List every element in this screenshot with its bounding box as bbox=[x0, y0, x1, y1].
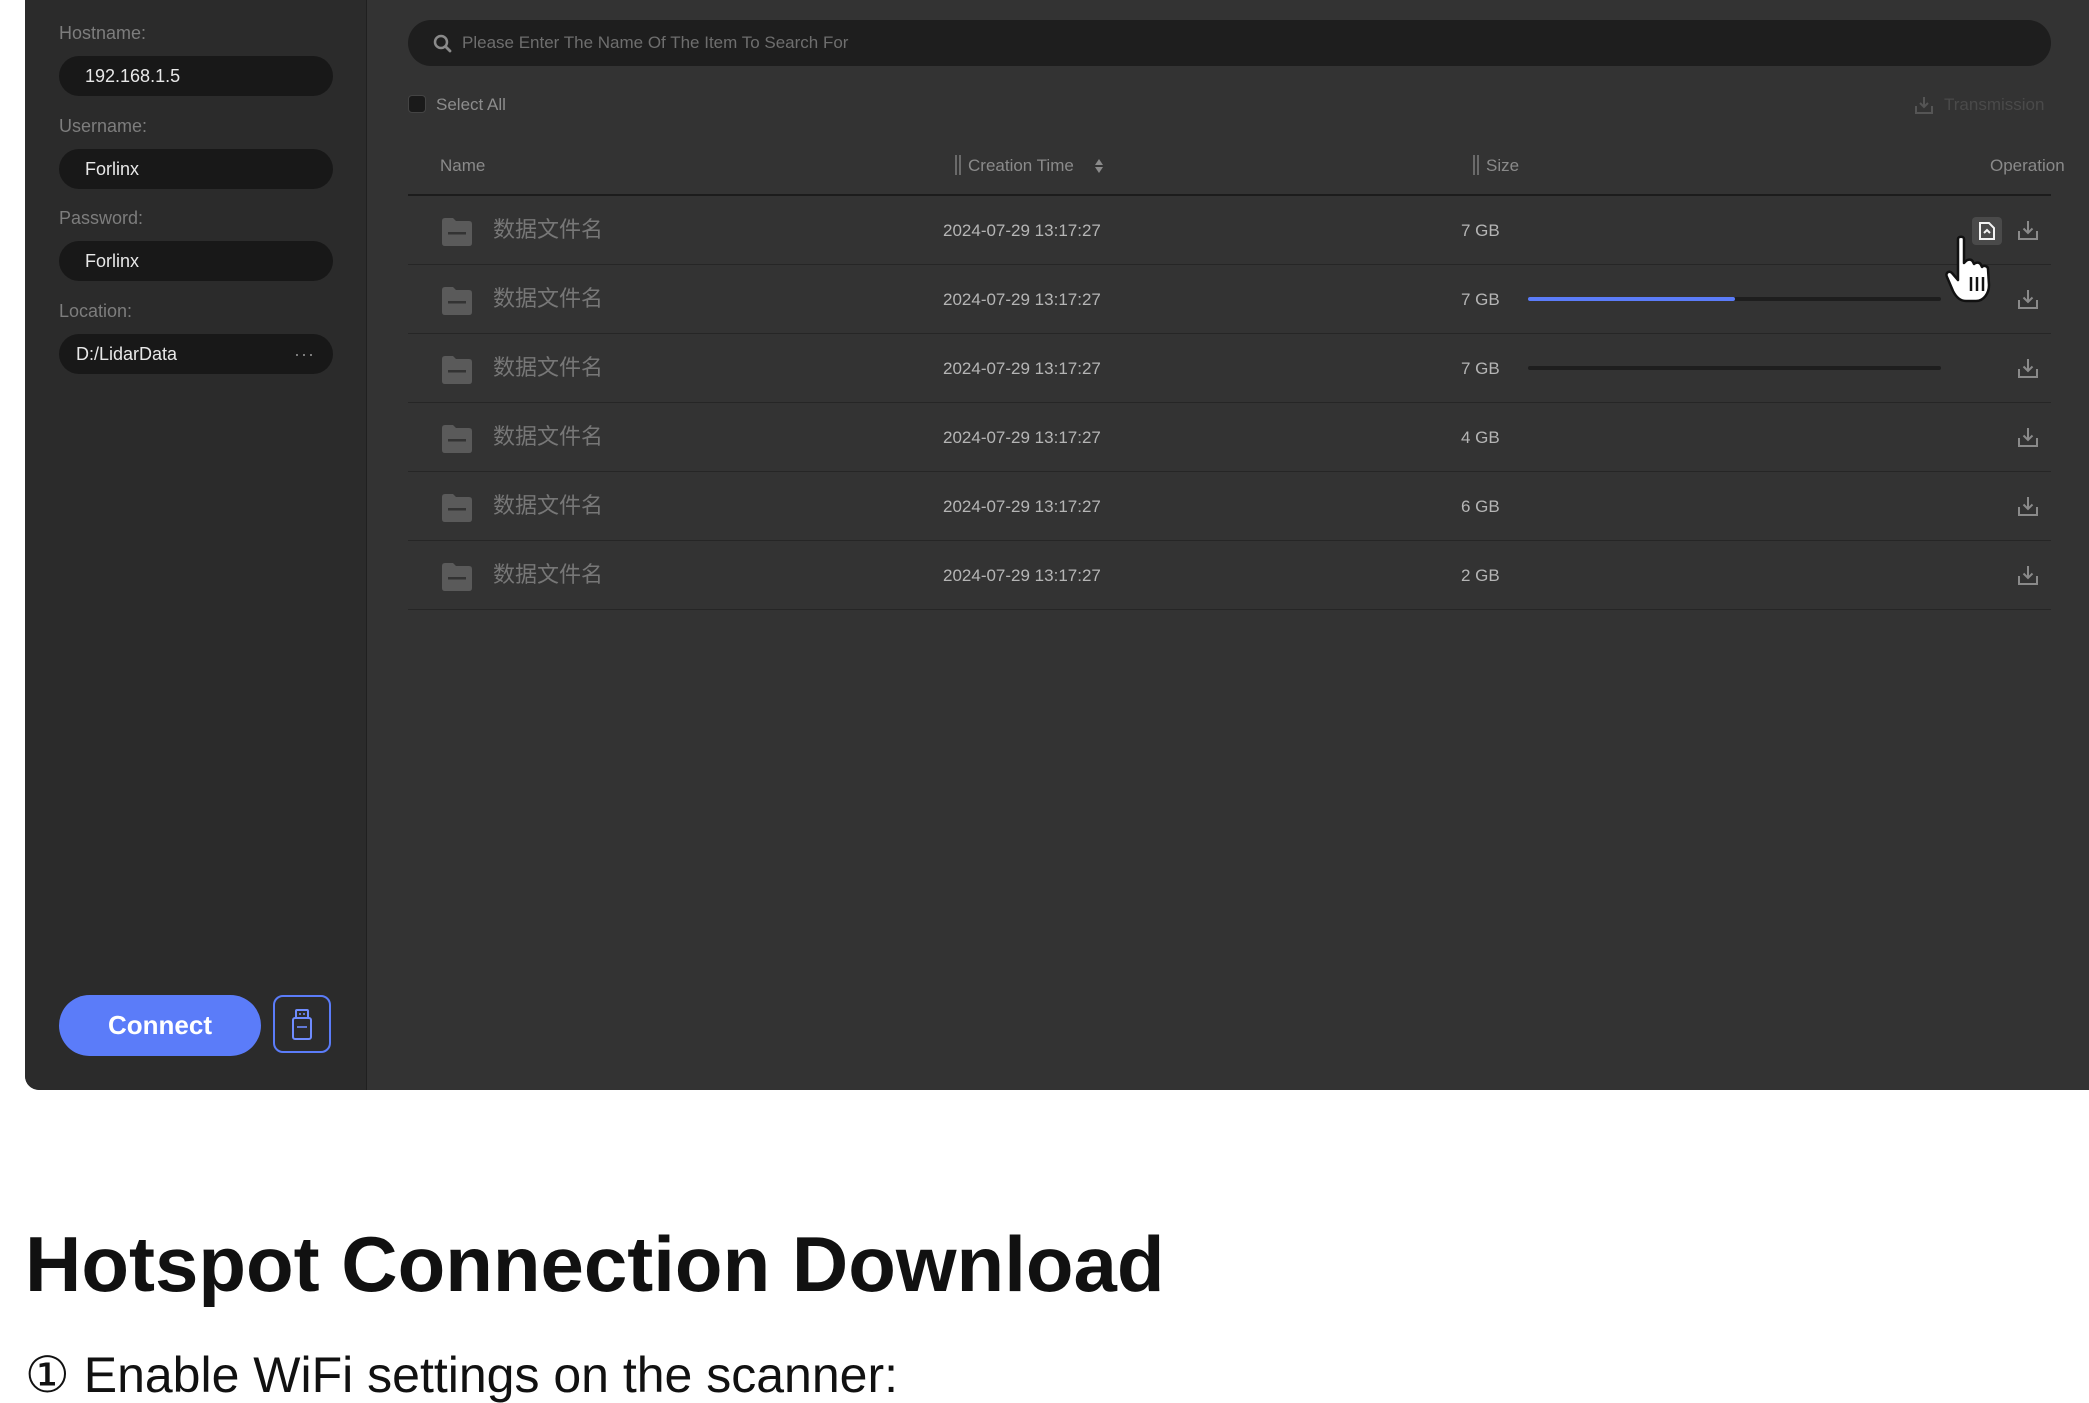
column-header-name[interactable]: Name bbox=[440, 155, 485, 177]
search-input[interactable]: Please Enter The Name Of The Item To Sea… bbox=[462, 20, 848, 66]
download-icon bbox=[2018, 428, 2038, 447]
folder-icon bbox=[442, 494, 472, 522]
download-button[interactable] bbox=[2017, 495, 2039, 522]
file-name[interactable]: 数据文件名 bbox=[493, 334, 603, 403]
hand-pointer-icon bbox=[1945, 235, 1991, 303]
file-list-panel: Please Enter The Name Of The Item To Sea… bbox=[367, 0, 2089, 1090]
file-name[interactable]: 数据文件名 bbox=[493, 472, 603, 541]
download-icon bbox=[2018, 221, 2038, 240]
file-name[interactable]: 数据文件名 bbox=[493, 403, 603, 472]
download-progress-fill bbox=[1528, 297, 1735, 301]
column-header-size[interactable]: Size bbox=[1486, 155, 1519, 177]
folder-icon bbox=[442, 425, 472, 453]
file-size: 7 GB bbox=[1461, 221, 1500, 240]
file-name[interactable]: 数据文件名 bbox=[493, 196, 603, 265]
connection-sidebar: Hostname: 192.168.1.5 Username: Forlinx … bbox=[25, 0, 367, 1090]
folder-icon bbox=[442, 287, 472, 315]
table-row[interactable]: 数据文件名 2024-07-29 13:17:27 2 GB bbox=[408, 541, 2051, 610]
select-all-checkbox[interactable] bbox=[408, 95, 426, 113]
file-size: 4 GB bbox=[1461, 428, 1500, 447]
table-row[interactable]: 数据文件名 2024-07-29 13:17:27 6 GB bbox=[408, 472, 2051, 541]
download-progress-bar bbox=[1528, 297, 1941, 301]
folder-icon bbox=[442, 356, 472, 384]
hostname-field[interactable]: 192.168.1.5 bbox=[59, 56, 333, 96]
section-heading: Hotspot Connection Download bbox=[25, 1220, 1165, 1308]
username-field[interactable]: Forlinx bbox=[59, 149, 333, 189]
password-field[interactable]: Forlinx bbox=[59, 241, 333, 281]
search-icon bbox=[433, 34, 452, 53]
file-size: 7 GB bbox=[1461, 290, 1500, 309]
creation-time: 2024-07-29 13:17:27 bbox=[943, 290, 1101, 309]
table-row[interactable]: 数据文件名 2024-07-29 13:17:27 7 GB bbox=[408, 265, 2051, 334]
select-all-label: Select All bbox=[436, 95, 506, 114]
file-size: 2 GB bbox=[1461, 566, 1500, 585]
transmission-label: Transmission bbox=[1944, 95, 2045, 114]
download-progress-bar bbox=[1528, 366, 1941, 370]
hostname-label: Hostname: bbox=[59, 23, 147, 43]
file-name[interactable]: 数据文件名 bbox=[493, 541, 603, 610]
usb-connect-button[interactable] bbox=[273, 995, 331, 1053]
column-resize-handle[interactable] bbox=[1473, 155, 1479, 175]
folder-icon bbox=[442, 563, 472, 591]
location-field[interactable]: D:/LidarData ··· bbox=[59, 334, 333, 374]
table-row[interactable]: 数据文件名 2024-07-29 13:17:27 7 GB bbox=[408, 334, 2051, 403]
username-label: Username: bbox=[59, 116, 148, 136]
creation-time: 2024-07-29 13:17:27 bbox=[943, 221, 1101, 240]
file-size: 6 GB bbox=[1461, 497, 1500, 516]
folder-icon bbox=[442, 218, 472, 246]
password-label: Password: bbox=[59, 208, 144, 228]
table-row[interactable]: 数据文件名 2024-07-29 13:17:27 4 GB bbox=[408, 403, 2051, 472]
creation-time: 2024-07-29 13:17:27 bbox=[943, 497, 1101, 516]
table-row[interactable]: 数据文件名 2024-07-29 13:17:27 7 GB bbox=[408, 196, 2051, 265]
browse-location-button[interactable]: ··· bbox=[294, 334, 315, 374]
step-text: ① Enable WiFi settings on the scanner: bbox=[25, 1347, 899, 1403]
download-icon bbox=[2018, 497, 2038, 516]
creation-time: 2024-07-29 13:17:27 bbox=[943, 428, 1101, 447]
download-button[interactable] bbox=[2017, 564, 2039, 591]
usb-drive-icon bbox=[292, 1009, 312, 1040]
column-header-operation: Operation bbox=[1990, 156, 2065, 175]
download-icon bbox=[2018, 359, 2038, 378]
file-name[interactable]: 数据文件名 bbox=[493, 265, 603, 334]
app-window: Hostname: 192.168.1.5 Username: Forlinx … bbox=[25, 0, 2089, 1090]
download-button[interactable] bbox=[2017, 426, 2039, 453]
location-value: D:/LidarData bbox=[76, 344, 178, 364]
download-button[interactable] bbox=[2017, 357, 2039, 384]
search-bar[interactable]: Please Enter The Name Of The Item To Sea… bbox=[408, 20, 2051, 66]
download-icon bbox=[2018, 290, 2038, 309]
creation-time: 2024-07-29 13:17:27 bbox=[943, 359, 1101, 378]
download-tray-icon bbox=[1915, 97, 1933, 114]
connect-button[interactable]: Connect bbox=[59, 995, 261, 1056]
download-icon bbox=[2018, 566, 2038, 585]
download-button[interactable] bbox=[2017, 288, 2039, 315]
column-header-creation-time[interactable]: Creation Time bbox=[968, 155, 1074, 177]
download-button[interactable] bbox=[2017, 219, 2039, 246]
location-label: Location: bbox=[59, 301, 133, 321]
sort-icon[interactable] bbox=[1093, 157, 1105, 175]
column-resize-handle[interactable] bbox=[955, 155, 961, 175]
creation-time: 2024-07-29 13:17:27 bbox=[943, 566, 1101, 585]
file-size: 7 GB bbox=[1461, 359, 1500, 378]
